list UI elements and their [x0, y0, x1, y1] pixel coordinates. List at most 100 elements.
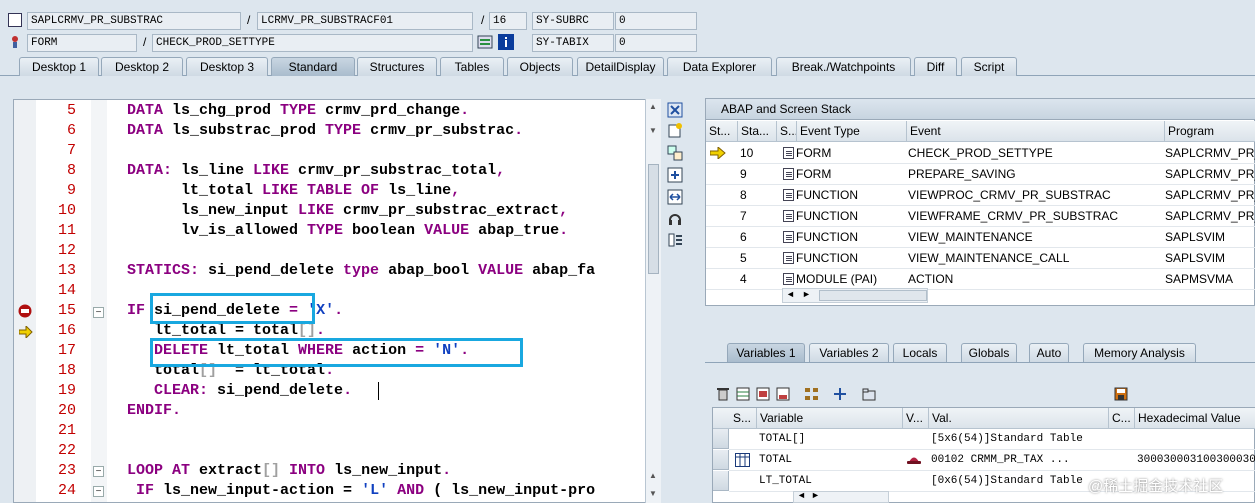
stack-level-cell[interactable]: 10	[740, 143, 776, 163]
tab-desktop-2[interactable]: Desktop 2	[101, 57, 183, 76]
variable-hex-cell[interactable]: 3000300031003000300	[1137, 450, 1255, 470]
service-icon[interactable]	[667, 211, 683, 227]
stack-col-header[interactable]: Event Type	[797, 121, 907, 142]
tab-globals[interactable]: Globals	[961, 343, 1017, 362]
scroll-down-icon[interactable]: ▼	[649, 489, 657, 498]
scroll-thumb[interactable]	[819, 290, 927, 301]
code-editor[interactable]: 5 DATA ls_chg_prod TYPE crmv_prd_change. 6…	[13, 99, 661, 503]
tab-watchpoints[interactable]: Break./Watchpoints	[776, 57, 911, 76]
table-detail-icon[interactable]	[735, 453, 750, 467]
code-line[interactable]: lv_is_allowed TYPE boolean VALUE abap_tr…	[127, 221, 568, 241]
stack-event-type-cell[interactable]: FORM	[783, 164, 905, 184]
stack-event-cell[interactable]: PREPARE_SAVING	[908, 164, 1164, 184]
stack-program-cell[interactable]: SAPLCRMV_PR_S	[1165, 185, 1255, 205]
tab-desktop-3[interactable]: Desktop 3	[186, 57, 268, 76]
navigate-icon[interactable]	[832, 387, 848, 401]
scroll-thumb[interactable]	[648, 164, 659, 274]
tab-structures[interactable]: Structures	[357, 57, 437, 76]
stack-program-cell[interactable]: SAPLCRMV_PR_S	[1165, 206, 1255, 226]
stack-program-cell[interactable]: SAPLCRMV_PR_S	[1165, 143, 1255, 163]
variable-name-cell[interactable]: TOTAL	[759, 450, 901, 470]
row-selector[interactable]	[713, 450, 729, 470]
tab-data-explorer[interactable]: Data Explorer	[667, 57, 772, 76]
fold-toggle-icon[interactable]: −	[93, 486, 104, 497]
var-col-header[interactable]: Variable	[757, 408, 903, 429]
stack-col-header[interactable]: S...	[777, 121, 797, 142]
code-line[interactable]: DATA ls_chg_prod TYPE crmv_prd_change.	[127, 101, 469, 121]
stack-level-cell[interactable]: 5	[740, 248, 776, 268]
stack-col-header[interactable]: St...	[706, 121, 738, 142]
scroll-right-icon[interactable]: ►	[802, 289, 811, 299]
display-icon[interactable]	[477, 34, 493, 50]
event-field[interactable]: CHECK_PROD_SETTYPE	[152, 34, 473, 52]
stack-level-cell[interactable]: 8	[740, 185, 776, 205]
tab-variables-2[interactable]: Variables 2	[809, 343, 889, 362]
stack-program-cell[interactable]: SAPLCRMV_PR_S	[1165, 164, 1255, 184]
code-line[interactable]: ENDIF.	[127, 401, 181, 421]
tab-script[interactable]: Script	[961, 57, 1017, 76]
stack-level-cell[interactable]: 7	[740, 206, 776, 226]
stack-event-type-cell[interactable]: FUNCTION	[783, 227, 905, 247]
scroll-up-icon[interactable]: ▲	[649, 471, 657, 480]
delete-icon[interactable]	[716, 387, 730, 401]
var-col-header[interactable]: C...	[1109, 408, 1135, 429]
scroll-left-icon[interactable]: ◄	[786, 289, 795, 299]
stack-event-cell[interactable]: VIEW_MAINTENANCE	[908, 227, 1164, 247]
stack-level-cell[interactable]: 6	[740, 227, 776, 247]
tab-desktop-1[interactable]: Desktop 1	[19, 57, 99, 76]
folder-icon[interactable]	[862, 387, 876, 401]
swap-tool-icon[interactable]	[667, 145, 683, 161]
code-line[interactable]: IF ls_new_input-action = 'L' AND ( ls_ne…	[127, 481, 595, 501]
stack-col-header[interactable]: Sta...	[738, 121, 777, 142]
stack-event-cell[interactable]: VIEWPROC_CRMV_PR_SUBSTRAC	[908, 185, 1164, 205]
tab-memory-analysis[interactable]: Memory Analysis	[1083, 343, 1196, 362]
variable-value-cell[interactable]: [0x6(54)]Standard Table	[931, 471, 1107, 491]
breakpoint-gutter[interactable]	[14, 100, 36, 502]
stack-event-cell[interactable]: VIEW_MAINTENANCE_CALL	[908, 248, 1164, 268]
stack-col-header[interactable]: Event	[907, 121, 1165, 142]
tab-detaildisplay[interactable]: DetailDisplay	[577, 57, 664, 76]
line-field[interactable]: 16	[489, 12, 527, 30]
code-line[interactable]: ls_new_input LIKE crmv_pr_substrac_extra…	[127, 201, 568, 221]
save-icon[interactable]	[1114, 387, 1128, 401]
scroll-up-icon[interactable]: ▲	[649, 102, 657, 111]
var-hscroll[interactable]: ◄ ►	[793, 490, 889, 503]
variable-name-cell[interactable]: TOTAL[]	[759, 429, 901, 449]
variable-value-cell[interactable]: [5x6(54)]Standard Table	[931, 429, 1107, 449]
stack-event-cell[interactable]: ACTION	[908, 269, 1164, 289]
stack-program-cell[interactable]: SAPLSVIM	[1165, 248, 1255, 268]
editor-scrollbar[interactable]: ▲ ▼ ▲ ▼	[645, 99, 661, 503]
scroll-left-icon[interactable]: ◄	[797, 490, 806, 500]
stack-event-type-cell[interactable]: MODULE (PAI)	[783, 269, 905, 289]
stack-event-cell[interactable]: VIEWFRAME_CRMV_PR_SUBSTRAC	[908, 206, 1164, 226]
stack-level-cell[interactable]: 4	[740, 269, 776, 289]
scroll-right-icon[interactable]: ►	[811, 490, 820, 500]
stack-event-type-cell[interactable]: FUNCTION	[783, 206, 905, 226]
close-icon[interactable]	[667, 102, 683, 118]
var-col-header[interactable]: S...	[713, 408, 757, 429]
tab-tables[interactable]: Tables	[440, 57, 504, 76]
resize-icon[interactable]	[667, 189, 683, 205]
info-icon[interactable]	[498, 34, 514, 50]
variable-value-cell[interactable]: 00102 CRMM_PR_TAX ...	[931, 450, 1107, 470]
code-line[interactable]: DATA: ls_line LIKE crmv_pr_substrac_tota…	[127, 161, 505, 181]
row-selector[interactable]	[713, 471, 729, 491]
scroll-down-icon[interactable]: ▼	[649, 126, 657, 135]
code-line[interactable]: LOOP AT extract[] INTO ls_new_input.	[127, 461, 451, 481]
stack-event-type-cell[interactable]: FUNCTION	[783, 185, 905, 205]
maximize-icon[interactable]	[667, 167, 683, 183]
stack-event-cell[interactable]: CHECK_PROD_SETTYPE	[908, 143, 1164, 163]
table-icon[interactable]	[736, 387, 750, 401]
stack-event-type-cell[interactable]: FORM	[783, 143, 905, 163]
hierarchy-icon[interactable]	[804, 387, 820, 401]
import-icon[interactable]	[776, 387, 790, 401]
tab-auto[interactable]: Auto	[1029, 343, 1069, 362]
tab-variables-1[interactable]: Variables 1	[727, 343, 805, 362]
settings-icon[interactable]	[667, 232, 683, 248]
stack-level-cell[interactable]: 9	[740, 164, 776, 184]
new-tool-icon[interactable]	[667, 122, 683, 138]
event-type-field[interactable]: FORM	[27, 34, 137, 52]
var-col-header[interactable]: Hexadecimal Value	[1135, 408, 1255, 429]
fold-toggle-icon[interactable]: −	[93, 466, 104, 477]
tabix-value[interactable]: 0	[615, 34, 697, 52]
